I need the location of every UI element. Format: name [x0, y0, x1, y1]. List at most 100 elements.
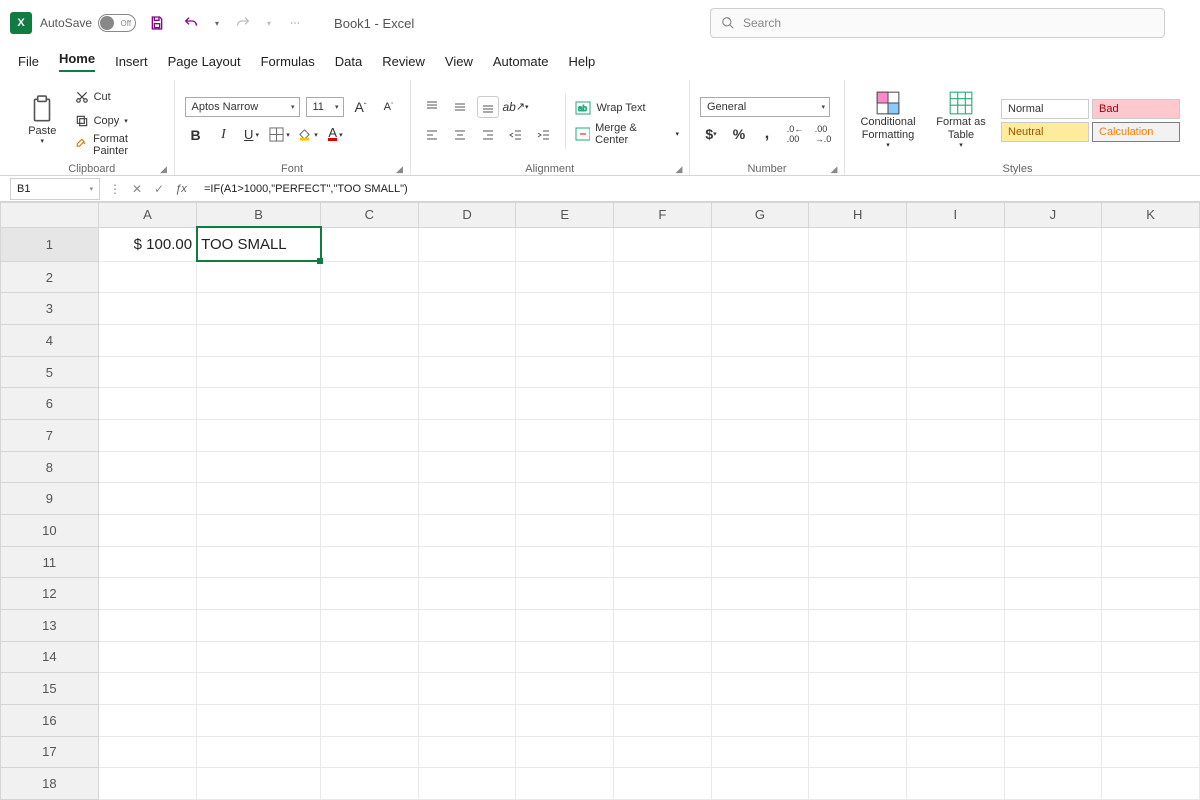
- cell-J11[interactable]: [1004, 546, 1102, 578]
- borders-button[interactable]: ▾: [269, 124, 291, 146]
- cell-G14[interactable]: [711, 641, 809, 673]
- cell-K1[interactable]: [1102, 227, 1200, 261]
- cell-D2[interactable]: [418, 261, 516, 293]
- cell-D13[interactable]: [418, 610, 516, 642]
- cell-K5[interactable]: [1102, 356, 1200, 388]
- column-header-H[interactable]: H: [809, 203, 907, 228]
- cell-H4[interactable]: [809, 325, 907, 357]
- cell-J7[interactable]: [1004, 420, 1102, 452]
- cell-F3[interactable]: [614, 293, 712, 325]
- cell-I7[interactable]: [906, 420, 1004, 452]
- conditional-formatting-button[interactable]: Conditional Formatting▾: [855, 88, 921, 153]
- cell-C13[interactable]: [321, 610, 419, 642]
- row-header-13[interactable]: 13: [1, 610, 99, 642]
- increase-font-icon[interactable]: Aˆ: [350, 96, 372, 118]
- column-header-C[interactable]: C: [321, 203, 419, 228]
- cell-D17[interactable]: [418, 736, 516, 768]
- cell-G5[interactable]: [711, 356, 809, 388]
- cell-C9[interactable]: [321, 483, 419, 515]
- cell-H2[interactable]: [809, 261, 907, 293]
- cell-E9[interactable]: [516, 483, 614, 515]
- cell-A10[interactable]: [98, 515, 196, 547]
- cell-A12[interactable]: [98, 578, 196, 610]
- cell-I3[interactable]: [906, 293, 1004, 325]
- cell-D18[interactable]: [418, 768, 516, 800]
- cell-F18[interactable]: [614, 768, 712, 800]
- qat-customize[interactable]: ⋯: [282, 10, 308, 36]
- cell-H16[interactable]: [809, 704, 907, 736]
- cell-J9[interactable]: [1004, 483, 1102, 515]
- cell-H7[interactable]: [809, 420, 907, 452]
- row-header-18[interactable]: 18: [1, 768, 99, 800]
- save-button[interactable]: [144, 10, 170, 36]
- tab-data[interactable]: Data: [335, 54, 362, 69]
- cell-C6[interactable]: [321, 388, 419, 420]
- cell-C5[interactable]: [321, 356, 419, 388]
- cell-J13[interactable]: [1004, 610, 1102, 642]
- cell-J10[interactable]: [1004, 515, 1102, 547]
- cell-H17[interactable]: [809, 736, 907, 768]
- cell-K15[interactable]: [1102, 673, 1200, 705]
- enter-formula-icon[interactable]: ✓: [148, 182, 170, 196]
- cell-D15[interactable]: [418, 673, 516, 705]
- cell-E16[interactable]: [516, 704, 614, 736]
- cell-G17[interactable]: [711, 736, 809, 768]
- clipboard-dialog-launcher[interactable]: ◢: [158, 163, 170, 175]
- cell-D12[interactable]: [418, 578, 516, 610]
- cell-I9[interactable]: [906, 483, 1004, 515]
- cell-J17[interactable]: [1004, 736, 1102, 768]
- cell-F2[interactable]: [614, 261, 712, 293]
- paste-button[interactable]: Paste ▾: [20, 93, 65, 149]
- cell-E14[interactable]: [516, 641, 614, 673]
- cell-B17[interactable]: [197, 736, 321, 768]
- cell-K14[interactable]: [1102, 641, 1200, 673]
- tab-view[interactable]: View: [445, 54, 473, 69]
- cell-K4[interactable]: [1102, 325, 1200, 357]
- name-box[interactable]: B1 ▾: [10, 178, 100, 200]
- cell-G15[interactable]: [711, 673, 809, 705]
- cell-C16[interactable]: [321, 704, 419, 736]
- accounting-format-icon[interactable]: $▾: [700, 123, 722, 145]
- cell-K16[interactable]: [1102, 704, 1200, 736]
- row-header-16[interactable]: 16: [1, 704, 99, 736]
- cell-K18[interactable]: [1102, 768, 1200, 800]
- formula-bar-input[interactable]: =IF(A1>1000,"PERFECT","TOO SMALL"): [192, 183, 1200, 195]
- cell-H14[interactable]: [809, 641, 907, 673]
- column-header-D[interactable]: D: [418, 203, 516, 228]
- cell-C3[interactable]: [321, 293, 419, 325]
- cell-E12[interactable]: [516, 578, 614, 610]
- cell-D3[interactable]: [418, 293, 516, 325]
- cell-K9[interactable]: [1102, 483, 1200, 515]
- row-header-1[interactable]: 1: [1, 227, 99, 261]
- column-header-J[interactable]: J: [1004, 203, 1102, 228]
- cell-E5[interactable]: [516, 356, 614, 388]
- cell-D5[interactable]: [418, 356, 516, 388]
- cell-C18[interactable]: [321, 768, 419, 800]
- cell-G2[interactable]: [711, 261, 809, 293]
- column-header-B[interactable]: B: [197, 203, 321, 228]
- cell-F8[interactable]: [614, 451, 712, 483]
- cell-H1[interactable]: [809, 227, 907, 261]
- align-top-icon[interactable]: [421, 96, 443, 118]
- row-header-7[interactable]: 7: [1, 420, 99, 452]
- cell-C7[interactable]: [321, 420, 419, 452]
- cell-I6[interactable]: [906, 388, 1004, 420]
- cell-B16[interactable]: [197, 704, 321, 736]
- cell-style-neutral[interactable]: Neutral: [1001, 122, 1089, 142]
- cell-A9[interactable]: [98, 483, 196, 515]
- decrease-font-icon[interactable]: Aˇ: [378, 96, 400, 118]
- cell-A7[interactable]: [98, 420, 196, 452]
- row-header-8[interactable]: 8: [1, 451, 99, 483]
- cell-E8[interactable]: [516, 451, 614, 483]
- cell-I2[interactable]: [906, 261, 1004, 293]
- cell-B3[interactable]: [197, 293, 321, 325]
- cell-A11[interactable]: [98, 546, 196, 578]
- cell-D4[interactable]: [418, 325, 516, 357]
- cell-A8[interactable]: [98, 451, 196, 483]
- cell-E3[interactable]: [516, 293, 614, 325]
- undo-button[interactable]: [178, 10, 204, 36]
- cell-J4[interactable]: [1004, 325, 1102, 357]
- cell-K8[interactable]: [1102, 451, 1200, 483]
- row-header-5[interactable]: 5: [1, 356, 99, 388]
- cell-F4[interactable]: [614, 325, 712, 357]
